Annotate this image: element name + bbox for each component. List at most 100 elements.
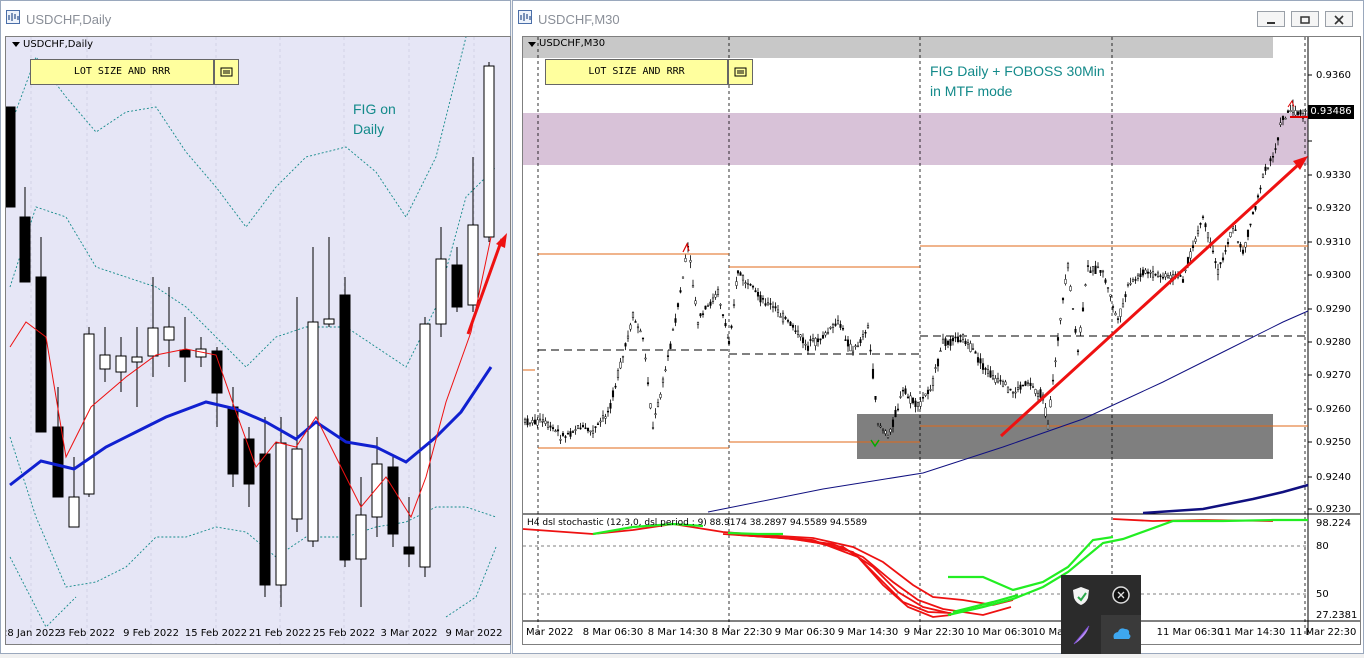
m30-bar-body [714,294,717,298]
lot-size-rrr-button[interactable]: LOT SIZE AND RRR [545,59,728,85]
tray-app-button[interactable] [1101,575,1141,614]
m30-bar-body [594,426,597,428]
daily-candle-body [467,224,479,306]
m30-bar-body [727,341,731,345]
chart-window-icon [6,10,20,24]
daily-candle-body [323,318,335,325]
m30-annotation-line-2: in MTF mode [930,83,1013,99]
m30-bar-body [869,349,872,352]
m30-bar-body [1166,275,1170,278]
m30-bar-body [861,334,865,338]
m30-bar-body [666,355,670,357]
m30-bar-body [771,306,775,308]
m30-x-tick: 11 Mar 14:30 [1219,627,1286,638]
m30-bar-body [886,434,890,438]
m30-bar-body [909,395,912,404]
minimize-button[interactable] [1257,11,1285,27]
m30-bar-body [1274,148,1277,150]
close-button[interactable] [1325,11,1353,27]
daily-annotation-line-1: FIG on [353,101,396,117]
m30-bar-body [659,394,662,398]
m30-bar-body [959,339,962,343]
m30-bar-body [744,282,747,284]
m30-bar-body [1076,350,1080,353]
daily-chart-area[interactable]: 28 Jan 2022 3 Feb 2022 9 Feb 2022 15 Feb 20… [5,36,511,645]
daily-candle-body [179,349,191,358]
m30-bar-body [626,335,630,339]
m30-chart-window[interactable]: USDCHF,M30 0.9360 0.9330 0.9320 0.9310 0.930… [512,0,1364,654]
m30-bar-body [704,305,707,310]
m30-bar-body [774,306,777,309]
m30-bar-body [1134,279,1137,281]
lot-size-rrr-button[interactable]: LOT SIZE AND RRR [30,59,214,85]
m30-bar-body [571,431,575,433]
m30-bar-body [819,338,822,341]
m30-bar-body [899,396,902,398]
m30-bar-body [951,337,955,342]
m30-bar-body [1269,158,1272,162]
m30-bar-body [1019,384,1022,390]
daily-candle-body [163,326,175,341]
m30-bar-body [874,396,877,400]
panel-toggle-icon [220,67,233,77]
m30-bar-body [849,343,852,352]
m30-chart-area[interactable]: 0.9360 0.9330 0.9320 0.9310 0.9300 0.9290 0.92… [522,36,1361,645]
m30-bar-body [1009,388,1012,391]
m30-bar-body [1216,269,1220,275]
daily-x-tick: 25 Feb 2022 [313,628,375,639]
m30-bar-body [1149,271,1152,274]
m30-bar-body [709,301,712,306]
m30-bar-body [549,425,552,428]
panel-settings-button[interactable] [214,59,239,85]
daily-chart-window[interactable]: USDCHF,Daily 28 Jan 2022 3 Feb 2022 9 Feb … [0,0,511,654]
daily-candle-body [387,466,399,535]
m30-bar-body [796,330,800,335]
daily-annotation: FIG on Daily [353,99,396,139]
m30-bar-body [701,313,705,315]
m30-bar-body [636,326,640,329]
m30-slow-ma-line [707,310,1309,513]
m30-bar-body [911,397,915,404]
m30-bar-body [538,418,542,421]
close-icon [1334,15,1344,25]
daily-window-titlebar[interactable]: USDCHF,Daily [1,1,510,35]
price-tick-label: 0.9300 [1316,270,1351,281]
m30-bar-body [1181,279,1185,283]
daily-candle-body [435,258,447,325]
m30-bar-body [1271,156,1275,158]
m30-bar-body [981,363,985,370]
panel-settings-button[interactable] [728,59,753,85]
m30-bar-body [1054,360,1057,363]
m30-bar-body [526,418,529,426]
tray-pen-button[interactable] [1061,615,1101,654]
m30-bar-body [1071,308,1075,310]
price-tick-label: 0.9270 [1316,370,1351,381]
m30-bar-body [1016,386,1020,390]
m30-bar-body [1249,223,1252,226]
m30-bar-body [579,427,582,430]
m30-bar-body [644,357,647,360]
m30-bar-body [759,295,762,303]
tray-cloud-button[interactable] [1101,615,1141,654]
m30-bar-body [1011,391,1015,394]
m30-bar-body [1079,327,1082,333]
m30-bar-body [994,378,997,383]
m30-bar-body [996,377,1000,383]
m30-bar-body [1064,279,1067,284]
price-tick-label: 0.9310 [1316,237,1351,248]
daily-candle-body [6,106,16,208]
m30-bar-body [1096,266,1100,269]
price-tick-label: 0.9290 [1316,304,1351,315]
m30-bar-body [816,338,820,343]
m30-bar-body [1039,389,1042,398]
m30-x-tick: 11 Mar 22:30 [1290,627,1357,638]
m30-window-titlebar[interactable]: USDCHF,M30 [513,1,1363,35]
tray-security-button[interactable] [1061,575,1101,614]
m30-bar-body [1261,173,1265,178]
daily-window-title: USDCHF,Daily [26,12,112,27]
maximize-button[interactable] [1291,11,1319,27]
m30-bar-body [694,300,697,305]
m30-bar-body [1059,318,1062,321]
m30-bar-body [576,425,580,429]
m30-bar-body [1129,282,1132,285]
